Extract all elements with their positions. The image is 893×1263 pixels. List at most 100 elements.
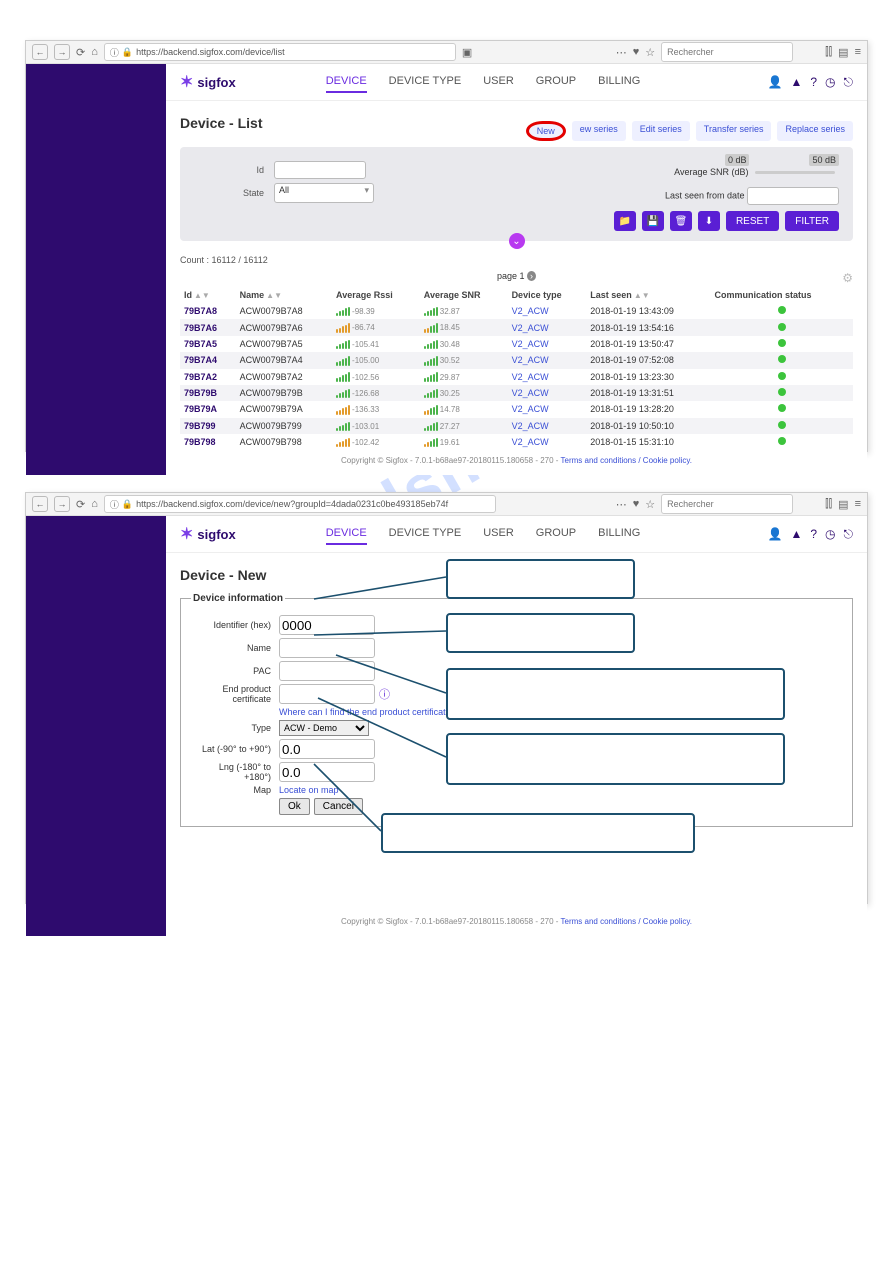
id-input[interactable] [274, 161, 366, 179]
device-type-link[interactable]: V2_ACW [512, 388, 549, 398]
forward-icon[interactable]: → [54, 44, 70, 60]
logout-icon[interactable]: ⎋ [844, 527, 854, 542]
reset-button[interactable]: RESET [726, 211, 779, 231]
lng-input[interactable] [279, 762, 375, 782]
delete-icon-button[interactable]: 🗑 [670, 211, 692, 231]
home-icon[interactable]: ⌂ [91, 498, 98, 510]
pocket-icon[interactable]: ♥ [633, 46, 640, 58]
name-input[interactable] [279, 638, 375, 658]
table-row[interactable]: 79B7A2ACW0079B7A2-102.5629.87V2_ACW2018-… [180, 369, 853, 385]
device-id-link[interactable]: 79B7A4 [184, 355, 217, 365]
more-icon[interactable]: ⋯ [616, 46, 627, 59]
device-id-link[interactable]: 79B7A6 [184, 323, 217, 333]
tab-billing[interactable]: BILLING [598, 523, 640, 545]
alert-icon[interactable]: ▲ [790, 527, 802, 542]
device-id-link[interactable]: 79B7A8 [184, 306, 217, 316]
identifier-input[interactable] [279, 615, 375, 635]
col-header[interactable]: Name▲▼ [236, 287, 332, 303]
filter-button[interactable]: FILTER [785, 211, 839, 231]
tab-device-type[interactable]: DEVICE TYPE [389, 71, 462, 93]
folder-icon-button[interactable]: 📁 [614, 211, 636, 231]
back-icon[interactable]: ← [32, 44, 48, 60]
view-series-button[interactable]: ew series [572, 121, 626, 141]
table-row[interactable]: 79B7A4ACW0079B7A4-105.0030.52V2_ACW2018-… [180, 352, 853, 368]
url-bar[interactable]: ⓘ 🔒 https://backend.sigfox.com/device/li… [104, 43, 456, 61]
device-type-link[interactable]: V2_ACW [512, 437, 549, 447]
menu-icon[interactable]: ≡ [855, 498, 861, 510]
user-icon[interactable]: 👤 [767, 75, 782, 90]
more-icon[interactable]: ⋯ [616, 498, 627, 511]
search-input[interactable] [661, 42, 793, 62]
table-row[interactable]: 79B79AACW0079B79A-136.3314.78V2_ACW2018-… [180, 401, 853, 417]
table-row[interactable]: 79B7A8ACW0079B7A8-98.3932.87V2_ACW2018-0… [180, 303, 853, 319]
back-icon[interactable]: ← [32, 496, 48, 512]
footer-links[interactable]: Terms and conditions / Cookie policy. [561, 917, 692, 926]
cancel-button[interactable]: Cancel [314, 798, 363, 815]
user-icon[interactable]: 👤 [767, 527, 782, 542]
device-id-link[interactable]: 79B7A2 [184, 372, 217, 382]
device-id-link[interactable]: 79B7A5 [184, 339, 217, 349]
table-row[interactable]: 79B79BACW0079B79B-126.6830.25V2_ACW2018-… [180, 385, 853, 401]
tab-device[interactable]: DEVICE [326, 523, 367, 545]
col-header[interactable]: Communication status [711, 287, 854, 303]
sidebar-icon[interactable]: ▤ [838, 46, 848, 59]
globe-icon[interactable]: ◷ [825, 75, 835, 90]
state-select[interactable]: All ▾ [274, 183, 374, 203]
col-header[interactable]: Average Rssi [332, 287, 420, 303]
help-icon[interactable]: ? [810, 527, 817, 542]
device-id-link[interactable]: 79B799 [184, 421, 216, 431]
table-row[interactable]: 79B7A5ACW0079B7A5-105.4130.48V2_ACW2018-… [180, 336, 853, 352]
device-type-link[interactable]: V2_ACW [512, 306, 549, 316]
export-icon-button[interactable]: ⬇ [698, 211, 720, 231]
next-page-icon[interactable]: › [527, 271, 536, 281]
device-type-link[interactable]: V2_ACW [512, 355, 549, 365]
table-row[interactable]: 79B799ACW0079B799-103.0127.27V2_ACW2018-… [180, 418, 853, 434]
col-header[interactable]: Last seen▲▼ [586, 287, 710, 303]
url-bar[interactable]: ⓘ 🔒 https://backend.sigfox.com/device/ne… [104, 495, 496, 513]
device-id-link[interactable]: 79B798 [184, 437, 216, 447]
alert-icon[interactable]: ▲ [790, 75, 802, 90]
device-type-link[interactable]: V2_ACW [512, 421, 549, 431]
tab-billing[interactable]: BILLING [598, 71, 640, 93]
tab-user[interactable]: USER [483, 71, 514, 93]
library-icon[interactable]: ⫿⫿ [825, 46, 832, 59]
lastseen-input[interactable] [747, 187, 839, 205]
help-icon[interactable]: ? [810, 75, 817, 90]
cert-input[interactable] [279, 684, 375, 704]
tab-group[interactable]: GROUP [536, 523, 576, 545]
forward-icon[interactable]: → [54, 496, 70, 512]
edit-series-button[interactable]: Edit series [632, 121, 690, 141]
col-header[interactable]: Device type [508, 287, 587, 303]
save-icon-button[interactable]: 💾 [642, 211, 664, 231]
table-row[interactable]: 79B7A6ACW0079B7A6-86.7418.45V2_ACW2018-0… [180, 319, 853, 335]
library-icon[interactable]: ⫿⫿ [825, 498, 832, 511]
logout-icon[interactable]: ⎋ [844, 75, 854, 90]
type-select[interactable]: ACW - Demo [279, 720, 369, 736]
sidebar-icon[interactable]: ▤ [838, 498, 848, 511]
lat-input[interactable] [279, 739, 375, 759]
globe-icon[interactable]: ◷ [825, 527, 835, 542]
device-id-link[interactable]: 79B79B [184, 388, 217, 398]
col-header[interactable]: Average SNR [420, 287, 508, 303]
home-icon[interactable]: ⌂ [91, 46, 98, 58]
ok-button[interactable]: Ok [279, 798, 310, 815]
device-id-link[interactable]: 79B79A [184, 404, 217, 414]
device-type-link[interactable]: V2_ACW [512, 404, 549, 414]
device-type-link[interactable]: V2_ACW [512, 372, 549, 382]
table-row[interactable]: 79B798ACW0079B798-102.4219.61V2_ACW2018-… [180, 434, 853, 450]
cert-help-link[interactable]: Where can I find the end product certifi… [279, 707, 456, 717]
new-button[interactable]: New [526, 121, 566, 141]
reload-icon[interactable]: ⟳ [76, 498, 85, 511]
reader-icon[interactable]: ▣ [462, 46, 472, 59]
reload-icon[interactable]: ⟳ [76, 46, 85, 59]
tab-group[interactable]: GROUP [536, 71, 576, 93]
tab-device-type[interactable]: DEVICE TYPE [389, 523, 462, 545]
expand-icon[interactable]: ⌄ [509, 233, 525, 249]
info-icon[interactable]: ⓘ [379, 686, 390, 702]
transfer-series-button[interactable]: Transfer series [696, 121, 772, 141]
footer-links[interactable]: Terms and conditions / Cookie policy. [561, 456, 692, 465]
settings-icon[interactable]: ⚙ [842, 271, 853, 285]
tab-user[interactable]: USER [483, 523, 514, 545]
snr-slider[interactable] [755, 171, 835, 174]
pac-input[interactable] [279, 661, 375, 681]
